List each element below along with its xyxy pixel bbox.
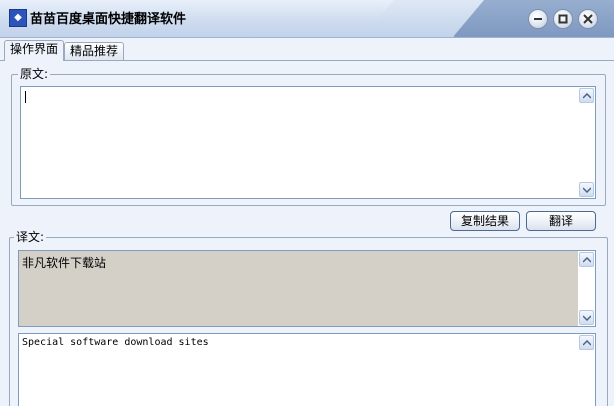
source-group: 原文: [11,67,606,206]
scroll-up-icon [583,340,591,346]
maximize-icon [558,14,568,24]
tab-recommended[interactable]: 精品推荐 [64,42,125,60]
scroll-down-button[interactable] [579,182,594,197]
minimize-button[interactable] [528,9,548,29]
tab-operation[interactable]: 操作界面 [4,40,65,61]
maximize-button[interactable] [553,9,573,29]
scroll-up-button[interactable] [579,335,594,350]
scroll-down-icon [583,315,591,321]
close-icon [583,14,593,24]
scroll-down-button[interactable] [579,310,594,325]
tab-strip: 操作界面 精品推荐 [0,40,614,61]
close-button[interactable] [578,9,598,29]
scroll-up-icon [583,257,591,263]
result-legend: 译文: [14,230,47,244]
window-title: 苗苗百度桌面快捷翻译软件 [30,12,187,27]
chinese-result-box[interactable]: 非凡软件下载站 [18,250,596,327]
english-result-text: Special software download sites [22,337,209,348]
scroll-up-button[interactable] [579,252,594,267]
source-textarea[interactable] [20,86,596,199]
english-result-box[interactable]: Special software download sites [18,333,596,406]
app-window: ◆ 苗苗百度桌面快捷翻译软件 操作界面 精品推荐 原文: 复制结果 翻译 译文:… [0,0,614,406]
title-bar[interactable]: ◆ 苗苗百度桌面快捷翻译软件 [0,0,614,38]
minimize-icon [534,18,542,20]
result-group: 译文: 非凡软件下载站 Special software download si… [9,230,608,406]
app-icon: ◆ [9,9,27,27]
scroll-up-button[interactable] [579,88,594,103]
copy-result-button[interactable]: 复制结果 [450,211,520,231]
translate-button[interactable]: 翻译 [526,211,596,231]
chinese-result-scrollbar[interactable] [578,251,595,326]
english-result-scrollbar[interactable] [578,334,595,406]
chinese-result-text: 非凡软件下载站 [22,256,107,270]
scroll-up-icon [583,93,591,99]
text-caret [25,91,26,103]
scroll-down-icon [583,187,591,193]
source-scrollbar[interactable] [578,87,595,198]
source-legend: 原文: [18,67,51,81]
